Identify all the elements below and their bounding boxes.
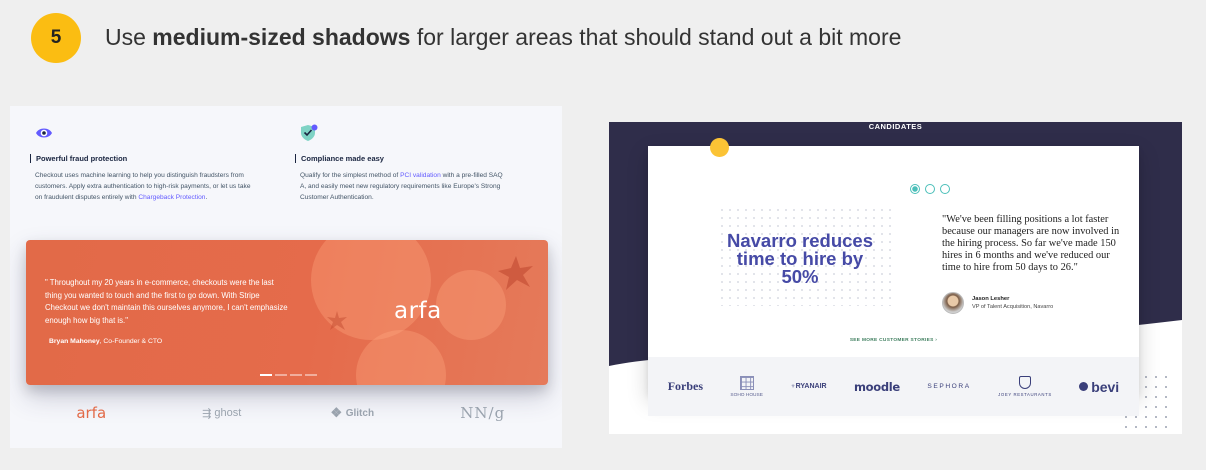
chargeback-protection-link[interactable]: Chargeback Protection xyxy=(138,194,205,201)
author-name: Bryan Mahoney xyxy=(49,338,100,345)
testimonial-author: Bryan Mahoney, Co-Founder & CTO xyxy=(49,338,162,345)
soho-grid-icon xyxy=(739,375,754,390)
feature-title: Compliance made easy xyxy=(295,154,510,163)
customer-logos-row: arfa ⇶ ghost ❖ Glitch NN/g xyxy=(26,398,548,428)
soho-house-text: SOHO HOUSE xyxy=(730,392,763,398)
moodle-logo[interactable]: moodle xyxy=(854,380,900,394)
soho-house-logo[interactable]: SOHO HOUSE xyxy=(730,375,763,398)
quote-author: Jason Lesher VP of Talent Acquisition, N… xyxy=(942,292,1053,314)
feature-description: Qualify for the simplest method of PCI v… xyxy=(300,170,510,203)
case-study-headline: Navarro reduces time to hire by 50% xyxy=(726,230,874,287)
headline-text-end: for larger areas that should stand out a… xyxy=(410,24,902,50)
stripe-example-panel: Powerful fraud protection Checkout uses … xyxy=(10,106,562,448)
case-study-card: Navarro reduces time to hire by 50% "We'… xyxy=(648,146,1139,416)
feature-title: Powerful fraud protection xyxy=(30,154,255,163)
headline-bold-text: medium-sized shadows xyxy=(152,24,411,50)
sephora-logo[interactable]: SEPHORA xyxy=(927,383,970,390)
eye-icon xyxy=(36,128,52,138)
forbes-logo[interactable]: Forbes xyxy=(668,379,703,394)
pager-dot[interactable] xyxy=(290,374,302,376)
bevi-text: bevi xyxy=(1091,378,1120,395)
glitch-fish-icon: ❖ xyxy=(330,405,346,420)
carousel-dot[interactable] xyxy=(925,184,935,194)
feature-text-end: . xyxy=(205,194,208,201)
pager-dot[interactable] xyxy=(305,374,317,376)
slide-headline: Use medium-sized shadows for larger area… xyxy=(105,24,901,51)
carousel-indicator[interactable] xyxy=(910,184,950,194)
carousel-dot[interactable] xyxy=(910,184,920,194)
step-number-badge: 5 xyxy=(31,13,81,63)
shield-check-icon xyxy=(301,124,318,141)
avatar xyxy=(942,292,964,314)
bevi-logo[interactable]: bevi xyxy=(1079,379,1119,395)
author-title: VP of Talent Acquisition, Navarro xyxy=(972,304,1054,310)
feature-text: Qualify for the simplest method of xyxy=(300,172,401,179)
glitch-logo-text: Glitch xyxy=(345,407,375,419)
pager-dot[interactable] xyxy=(275,374,287,376)
ryanair-text: RYANAIR xyxy=(795,383,827,390)
feature-description: Checkout uses machine learning to help y… xyxy=(35,170,255,203)
author-role: , Co-Founder & CTO xyxy=(99,338,163,345)
glitch-logo[interactable]: ❖ Glitch xyxy=(287,398,418,428)
ryanair-logo[interactable]: ♆RYANAIR xyxy=(790,383,826,390)
case-study-quote: "We've been filling positions a lot fast… xyxy=(942,214,1120,273)
joey-restaurants-logo[interactable]: JOEY RESTAURANTS xyxy=(998,376,1052,397)
bevi-dot-icon xyxy=(1079,382,1089,391)
author-name: Jason Lesher xyxy=(972,296,1010,302)
headline-text-start: Use xyxy=(105,24,153,50)
decorative-yellow-dot xyxy=(710,138,729,157)
joey-text: JOEY RESTAURANTS xyxy=(998,392,1052,397)
star-burst-icon xyxy=(498,256,533,290)
feature-compliance: Compliance made easy Qualify for the sim… xyxy=(295,124,510,203)
navarro-example-panel: CANDIDATES Navarro reduces time to hire … xyxy=(609,122,1182,434)
carousel-pager[interactable] xyxy=(260,374,317,376)
arfa-logo[interactable]: arfa xyxy=(26,398,157,428)
feature-fraud-protection: Powerful fraud protection Checkout uses … xyxy=(30,124,255,203)
pager-dot[interactable] xyxy=(260,374,272,376)
pci-validation-link[interactable]: PCI validation xyxy=(400,172,441,179)
nng-logo[interactable]: NN/g xyxy=(418,398,549,428)
ghost-logo-text: ghost xyxy=(214,407,242,419)
ghost-icon: ⇶ xyxy=(202,407,215,420)
arfa-logo: arfa xyxy=(394,298,442,324)
section-label: CANDIDATES xyxy=(868,122,923,131)
testimonial-quote: " Throughout my 20 years in e-commerce, … xyxy=(45,278,288,325)
star-burst-icon xyxy=(327,311,347,330)
ghost-logo[interactable]: ⇶ ghost xyxy=(157,398,288,428)
testimonial-card: " Throughout my 20 years in e-commerce, … xyxy=(26,240,548,385)
see-more-stories-link[interactable]: SEE MORE CUSTOMER STORIES › xyxy=(648,338,1139,343)
cup-icon xyxy=(1018,376,1031,389)
carousel-dot[interactable] xyxy=(940,184,950,194)
client-logos-strip: Forbes SOHO HOUSE ♆RYANAIR moodle SEPHOR… xyxy=(648,357,1139,416)
